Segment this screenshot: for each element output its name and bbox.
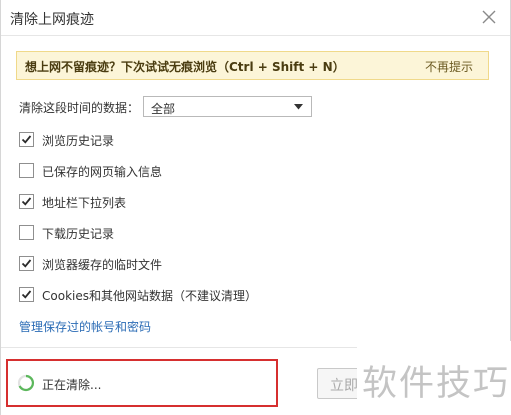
cached-files-checkbox[interactable]: [19, 256, 34, 271]
cookies-label: Cookies和其他网站数据（不建议清理）: [42, 289, 257, 303]
browsing-history-label: 浏览历史记录: [42, 134, 115, 148]
clearing-status-box: 正在清除...: [6, 359, 278, 407]
incognito-hint-bar: 想上网不留痕迹？下次试试无痕浏览（Ctrl + Shift + N） 不再提示: [16, 51, 489, 80]
dialog-title: 清除上网痕迹: [10, 12, 94, 28]
download-history-label: 下载历史记录: [42, 227, 115, 241]
hint-text: 想上网不留痕迹？下次试试无痕浏览（Ctrl + Shift + N）: [25, 60, 345, 74]
time-range-label: 清除这段时间的数据：: [19, 101, 140, 115]
watermark-text: 软件技巧: [362, 364, 511, 404]
cookies-checkbox[interactable]: [19, 287, 34, 302]
address-bar-list-checkbox[interactable]: [19, 194, 34, 209]
close-button[interactable]: [480, 8, 498, 26]
checkmark-icon: [21, 135, 32, 144]
close-icon: [482, 10, 496, 24]
chevron-down-icon: [294, 104, 303, 110]
time-range-value: 全部: [151, 102, 176, 116]
time-range-select[interactable]: 全部: [143, 96, 312, 117]
checkmark-icon: [21, 197, 32, 206]
clearing-status-text: 正在清除...: [42, 378, 102, 392]
cached-files-label: 浏览器缓存的临时文件: [42, 258, 163, 272]
form-data-label: 已保存的网页输入信息: [42, 165, 163, 179]
browsing-history-checkbox[interactable]: [19, 132, 34, 147]
download-history-checkbox[interactable]: [19, 225, 34, 240]
loading-spinner-icon: [17, 374, 35, 392]
checkmark-icon: [21, 290, 32, 299]
dialog-titlebar: 清除上网痕迹: [1, 0, 510, 36]
checkmark-icon: [21, 259, 32, 268]
form-data-checkbox[interactable]: [19, 163, 34, 178]
address-bar-list-label: 地址栏下拉列表: [42, 196, 127, 210]
dont-show-again-link[interactable]: 不再提示: [425, 58, 473, 75]
manage-saved-passwords-link[interactable]: 管理保存过的帐号和密码: [19, 318, 151, 335]
